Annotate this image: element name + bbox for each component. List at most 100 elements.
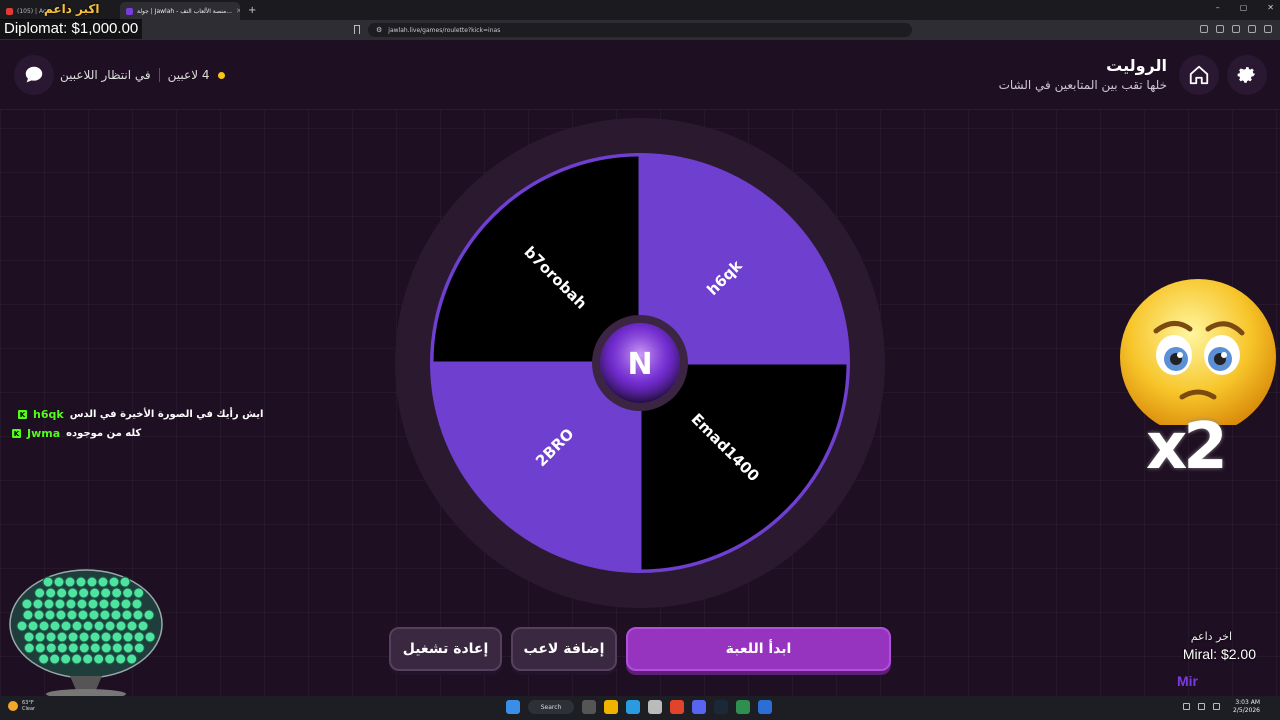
bead (133, 631, 145, 643)
kick-badge-icon: K (12, 429, 21, 438)
browser-toolbar: ⚙ jawlah.live/games/roulette?kick=inas (0, 20, 1280, 40)
bead (121, 609, 133, 621)
bead (89, 631, 101, 643)
bead (45, 631, 57, 643)
bead (45, 642, 57, 654)
last-donor-logo: Mir (1177, 673, 1198, 689)
bead (75, 576, 87, 588)
bead (34, 642, 46, 654)
bead (32, 598, 44, 610)
window-controls: – ▢ ✕ (1216, 3, 1274, 12)
weather-widget[interactable]: 63°F Clear (8, 700, 35, 712)
url-text: jawlah.live/games/roulette?kick=inas (388, 26, 501, 34)
add-player-button[interactable]: إضافة لاعب (511, 627, 617, 671)
windows-start-icon[interactable] (506, 700, 520, 714)
bead (143, 609, 155, 621)
bead (131, 598, 143, 610)
file-explorer-icon[interactable] (604, 700, 618, 714)
chat-toggle-button[interactable] (14, 55, 54, 95)
settings-button[interactable] (1227, 55, 1267, 95)
gear-icon (1237, 67, 1256, 83)
discord-icon[interactable] (692, 700, 706, 714)
bead (60, 620, 72, 632)
bead (64, 576, 76, 588)
bead (49, 653, 61, 665)
bead (110, 609, 122, 621)
waiting-status: في انتظار اللاعبين (60, 68, 151, 82)
edge-icon[interactable] (626, 700, 640, 714)
taskbar-search[interactable]: Search (528, 700, 574, 714)
app-icon[interactable] (758, 700, 772, 714)
extension-icon[interactable] (1200, 25, 1208, 33)
bead (99, 609, 111, 621)
last-donor-line: Miral: $2.00 (1182, 646, 1256, 662)
home-button[interactable] (1179, 55, 1219, 95)
restart-button[interactable]: إعادة تشغيل (389, 627, 502, 671)
address-bar[interactable]: ⚙ jawlah.live/games/roulette?kick=inas (368, 23, 912, 37)
bead (100, 631, 112, 643)
wallet-icon[interactable] (1248, 25, 1256, 33)
bead (71, 620, 83, 632)
bead (97, 576, 109, 588)
bead (133, 642, 145, 654)
windows-taskbar: 63°F Clear Search 3:03 AM 2/5/2026 (0, 696, 1280, 720)
bead (89, 587, 101, 599)
toolbar-icons (1200, 25, 1272, 33)
close-window-icon[interactable]: ✕ (1267, 3, 1274, 12)
chat-text: كله من موجوده (66, 428, 142, 439)
bead (76, 598, 88, 610)
menu-icon[interactable] (1264, 25, 1272, 33)
bead (115, 653, 127, 665)
start-game-button[interactable]: ابدأ اللعبة (626, 627, 891, 671)
bead (119, 576, 131, 588)
extension-icon[interactable] (1216, 25, 1224, 33)
bead (71, 653, 83, 665)
chat-username: h6qk (33, 408, 64, 421)
bead (33, 609, 45, 621)
bead (23, 631, 35, 643)
battery-icon[interactable] (1213, 703, 1220, 710)
close-icon[interactable]: ✕ (236, 7, 240, 15)
minimize-icon[interactable]: – (1216, 3, 1220, 12)
chat-text: ايش رأيك في الصورة الأخيرة في الدس (69, 409, 264, 420)
new-tab-button[interactable]: + (248, 5, 256, 16)
maximize-icon[interactable]: ▢ (1240, 3, 1248, 12)
bead (34, 587, 46, 599)
bead (115, 620, 127, 632)
sidebar-icon[interactable] (1232, 25, 1240, 33)
bead (54, 598, 66, 610)
app-icon[interactable] (648, 700, 662, 714)
browser-tab-active[interactable]: جولة | Jawlah - منصة الألعاب التف... ✕ (120, 2, 240, 20)
bead (111, 587, 123, 599)
bead (132, 609, 144, 621)
bead (126, 653, 138, 665)
players-status: 4 لاعبين في انتظار اللاعبين (60, 68, 225, 82)
brave-icon[interactable] (670, 700, 684, 714)
wheel-svg: h6qkEmad14002BROb7orobah N (430, 153, 850, 573)
bead (55, 609, 67, 621)
steam-icon[interactable] (714, 700, 728, 714)
taskbar-clock[interactable]: 3:03 AM 2/5/2026 (1233, 699, 1260, 715)
bead (43, 598, 55, 610)
fishbowl-overlay (9, 569, 163, 699)
pleading-face-icon (1120, 279, 1276, 435)
roulette-wheel[interactable]: h6qk Emad1400 2BRO b7orobah N (395, 118, 885, 608)
bead (77, 609, 89, 621)
wifi-icon[interactable] (1183, 703, 1190, 710)
clock-time: 3:03 AM (1235, 699, 1260, 706)
task-view-icon[interactable] (582, 700, 596, 714)
bead (144, 631, 156, 643)
youtube-icon (6, 7, 13, 15)
bead (56, 642, 68, 654)
bookmark-icon[interactable] (354, 25, 360, 34)
site-info-icon[interactable]: ⚙ (376, 26, 382, 34)
bead (87, 598, 99, 610)
app-icon[interactable] (736, 700, 750, 714)
volume-icon[interactable] (1198, 703, 1205, 710)
bead (42, 576, 54, 588)
bead (38, 620, 50, 632)
divider (158, 68, 160, 82)
taskbar-apps: Search (506, 700, 772, 714)
bead (104, 653, 116, 665)
jawlah-icon (126, 7, 133, 15)
